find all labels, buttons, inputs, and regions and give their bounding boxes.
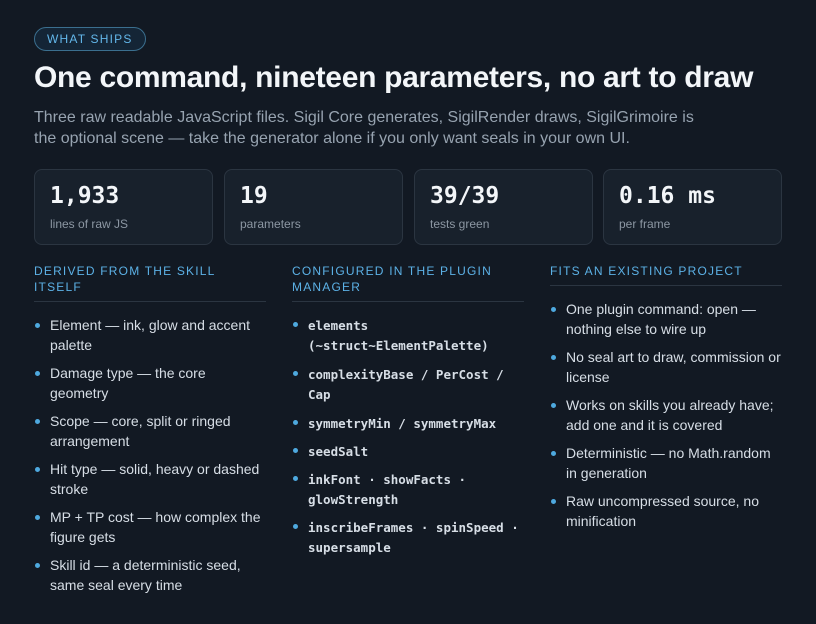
column-heading: FITS AN EXISTING PROJECT xyxy=(550,263,782,286)
feature-list: One plugin command: open — nothing else … xyxy=(550,299,782,531)
bullet-icon xyxy=(35,563,40,568)
stat-value: 1,933 xyxy=(50,183,120,209)
list-item: inkFont · showFacts · glowStrength xyxy=(292,469,524,509)
list-item: One plugin command: open — nothing else … xyxy=(550,299,782,339)
feature-list: Element — ink, glow and accent palette D… xyxy=(34,315,266,595)
bullet-icon xyxy=(293,322,298,327)
list-item: inscribeFrames · spinSpeed · supersample xyxy=(292,517,524,557)
stat-value: 19 xyxy=(240,183,268,209)
list-item: Scope — core, split or ringed arrangemen… xyxy=(34,411,266,451)
stat-value: 39/39 xyxy=(430,183,500,209)
list-item: Hit type — solid, heavy or dashed stroke xyxy=(34,459,266,499)
bullet-icon xyxy=(293,420,298,425)
bullet-icon xyxy=(35,515,40,520)
stat-card-frame-time: 0.16 ms per frame xyxy=(603,169,782,245)
bullet-icon xyxy=(551,499,556,504)
column-existing-project: FITS AN EXISTING PROJECT One plugin comm… xyxy=(550,263,782,531)
page: WHAT SHIPS One command, nineteen paramet… xyxy=(0,0,816,624)
stat-value: 0.16 ms xyxy=(619,183,716,209)
list-item: No seal art to draw, commission or licen… xyxy=(550,347,782,387)
column-heading: CONFIGURED IN THE PLUGIN MANAGER xyxy=(292,263,524,302)
bullet-icon xyxy=(293,476,298,481)
stat-card-lines: 1,933 lines of raw JS xyxy=(34,169,213,245)
bullet-icon xyxy=(551,355,556,360)
stat-label: per frame xyxy=(619,217,671,231)
section-badge: WHAT SHIPS xyxy=(34,27,146,51)
column-heading: DERIVED FROM THE SKILL ITSELF xyxy=(34,263,266,302)
column-plugin-manager: CONFIGURED IN THE PLUGIN MANAGER element… xyxy=(292,263,524,557)
bullet-icon xyxy=(35,371,40,376)
bullet-icon xyxy=(293,448,298,453)
list-item: Damage type — the core geometry xyxy=(34,363,266,403)
bullet-icon xyxy=(35,323,40,328)
bullet-icon xyxy=(35,467,40,472)
bullet-icon xyxy=(293,524,298,529)
parameter-list: elements (~struct~ElementPalette) comple… xyxy=(292,315,524,557)
list-item: Raw uncompressed source, no minification xyxy=(550,491,782,531)
list-item: seedSalt xyxy=(292,441,524,461)
list-item: Skill id — a deterministic seed, same se… xyxy=(34,555,266,595)
list-item: MP + TP cost — how complex the figure ge… xyxy=(34,507,266,547)
stat-label: lines of raw JS xyxy=(50,217,129,231)
stat-label: tests green xyxy=(430,217,490,231)
list-item: symmetryMin / symmetryMax xyxy=(292,413,524,433)
list-item: Deterministic — no Math.random in genera… xyxy=(550,443,782,483)
stat-label: parameters xyxy=(240,217,301,231)
bullet-icon xyxy=(293,371,298,376)
bullet-icon xyxy=(551,451,556,456)
bullet-icon xyxy=(551,307,556,312)
column-derived: DERIVED FROM THE SKILL ITSELF Element — … xyxy=(34,263,266,595)
page-subtitle: Three raw readable JavaScript files. Sig… xyxy=(34,109,694,147)
list-item: elements (~struct~ElementPalette) xyxy=(292,315,524,355)
bullet-icon xyxy=(551,403,556,408)
bullet-icon xyxy=(35,419,40,424)
list-item: Element — ink, glow and accent palette xyxy=(34,315,266,355)
page-title: One command, nineteen parameters, no art… xyxy=(34,61,754,94)
list-item: complexityBase / PerCost / Cap xyxy=(292,364,524,404)
list-item: Works on skills you already have; add on… xyxy=(550,395,782,435)
stat-card-tests: 39/39 tests green xyxy=(414,169,593,245)
stat-card-parameters: 19 parameters xyxy=(224,169,403,245)
